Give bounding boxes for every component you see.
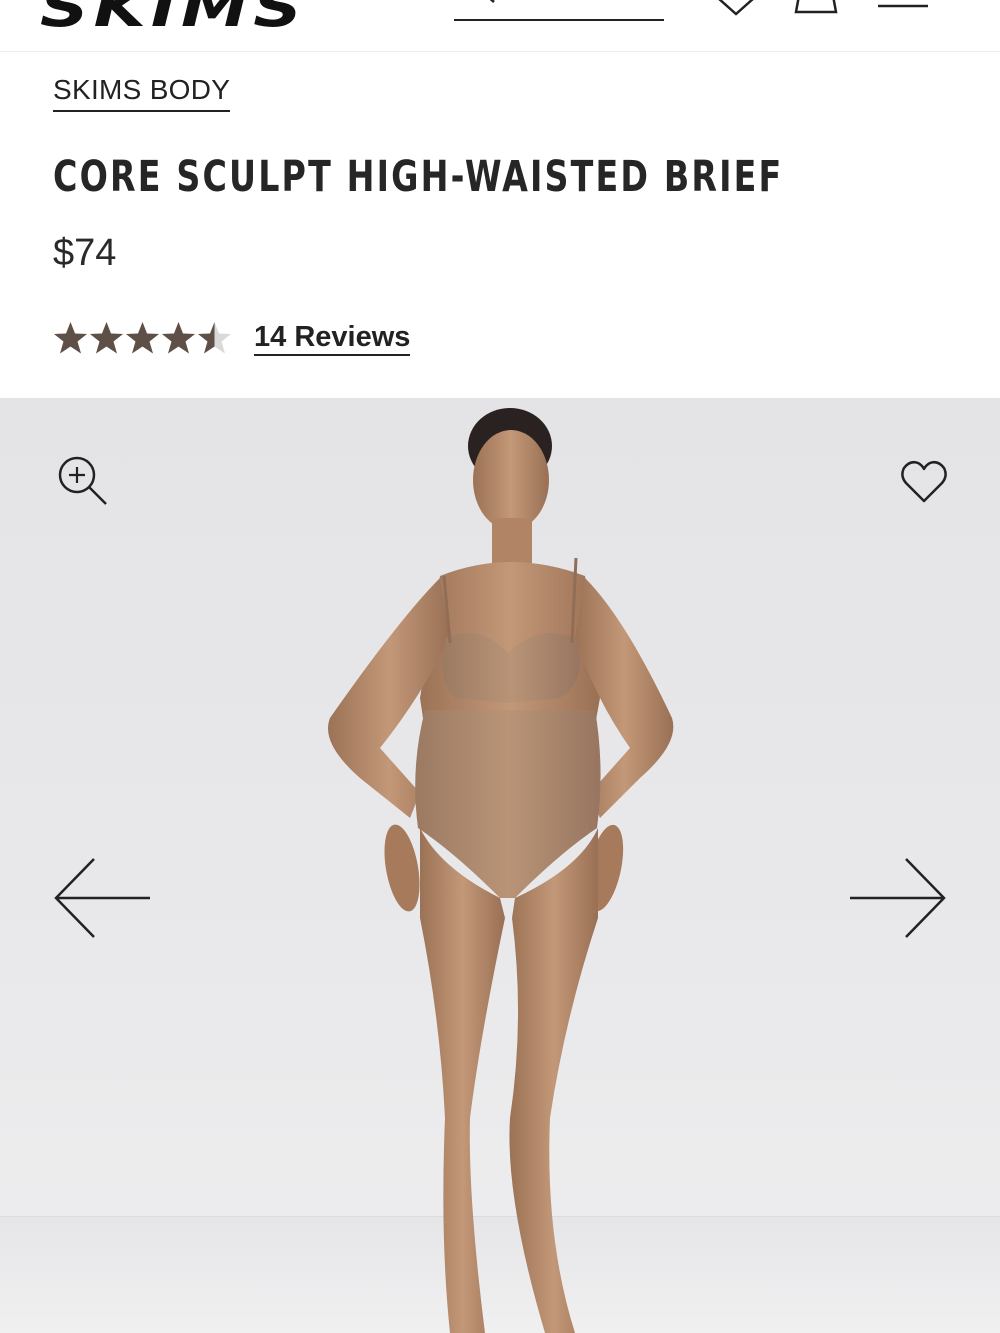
previous-image-button[interactable] — [50, 853, 154, 943]
zoom-button[interactable] — [54, 452, 110, 508]
heart-icon — [901, 460, 947, 503]
zoom-in-icon — [58, 456, 107, 505]
next-image-button[interactable] — [846, 853, 950, 943]
star-icon — [162, 322, 195, 354]
menu-icon[interactable] — [878, 0, 928, 16]
bag-icon[interactable] — [794, 0, 838, 16]
search-input[interactable] — [454, 19, 664, 21]
product-title: CORE SCULPT HIGH-WAISTED BRIEF — [53, 152, 784, 202]
site-header: SKIMS — [0, 0, 1000, 52]
add-to-wishlist-button[interactable] — [898, 456, 950, 508]
product-price: $74 — [53, 232, 117, 274]
brand-link[interactable]: SKIMS BODY — [53, 74, 231, 112]
product-rating[interactable]: 14 Reviews — [52, 320, 411, 357]
star-icon — [198, 322, 231, 354]
star-rating — [52, 320, 232, 357]
star-icon — [54, 322, 87, 354]
search-icon[interactable] — [476, 0, 506, 8]
brand-logo[interactable]: SKIMS — [40, 0, 307, 39]
heart-icon[interactable] — [716, 0, 756, 16]
arrow-left-icon — [54, 858, 150, 938]
star-icon — [90, 322, 123, 354]
reviews-link[interactable]: 14 Reviews — [254, 322, 411, 356]
product-image-gallery[interactable] — [0, 398, 1000, 1333]
star-icon — [126, 322, 159, 354]
arrow-right-icon — [850, 858, 946, 938]
